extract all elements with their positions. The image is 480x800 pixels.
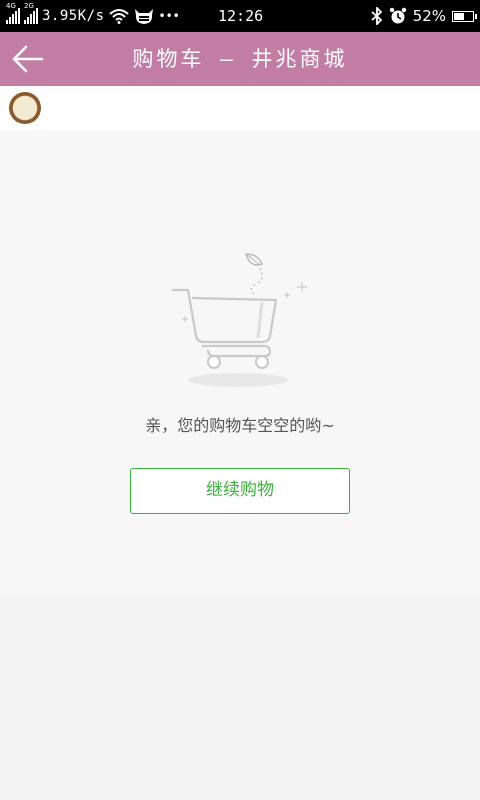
page-title: 购物车 — 井兆商城 xyxy=(132,47,348,71)
network-label-1: 4G xyxy=(6,2,16,10)
empty-cart-message: 亲，您的购物车空空的哟~ xyxy=(145,416,335,435)
status-right: 52% xyxy=(371,0,477,32)
wifi-icon xyxy=(108,9,129,24)
more-notifications: ••• xyxy=(158,9,180,23)
header-bar: 购物车 — 井兆商城 xyxy=(0,32,480,86)
network-label-2: 2G xyxy=(24,2,34,10)
battery-icon xyxy=(452,10,477,22)
network-speed: 3.95K/s xyxy=(42,8,105,24)
store-strip xyxy=(0,86,480,130)
empty-cart-panel: 亲，您的购物车空空的哟~ 继续购物 xyxy=(0,130,480,596)
app-notification-icon xyxy=(134,9,153,24)
clock: 12:26 xyxy=(218,7,264,25)
signal-icon: 4G xyxy=(6,2,20,24)
bluetooth-icon xyxy=(371,7,382,25)
status-bar: 4G 2G 3.95K/s ••• 12:26 52% xyxy=(0,0,480,32)
store-logo[interactable] xyxy=(9,92,41,124)
alarm-icon xyxy=(389,7,406,24)
battery-percent: 52% xyxy=(412,7,446,25)
empty-cart-illustration xyxy=(172,253,307,387)
signal-icon-2: 2G xyxy=(24,2,38,24)
continue-shopping-button[interactable]: 继续购物 xyxy=(130,468,350,514)
status-left: 4G 2G 3.95K/s ••• xyxy=(6,0,180,32)
